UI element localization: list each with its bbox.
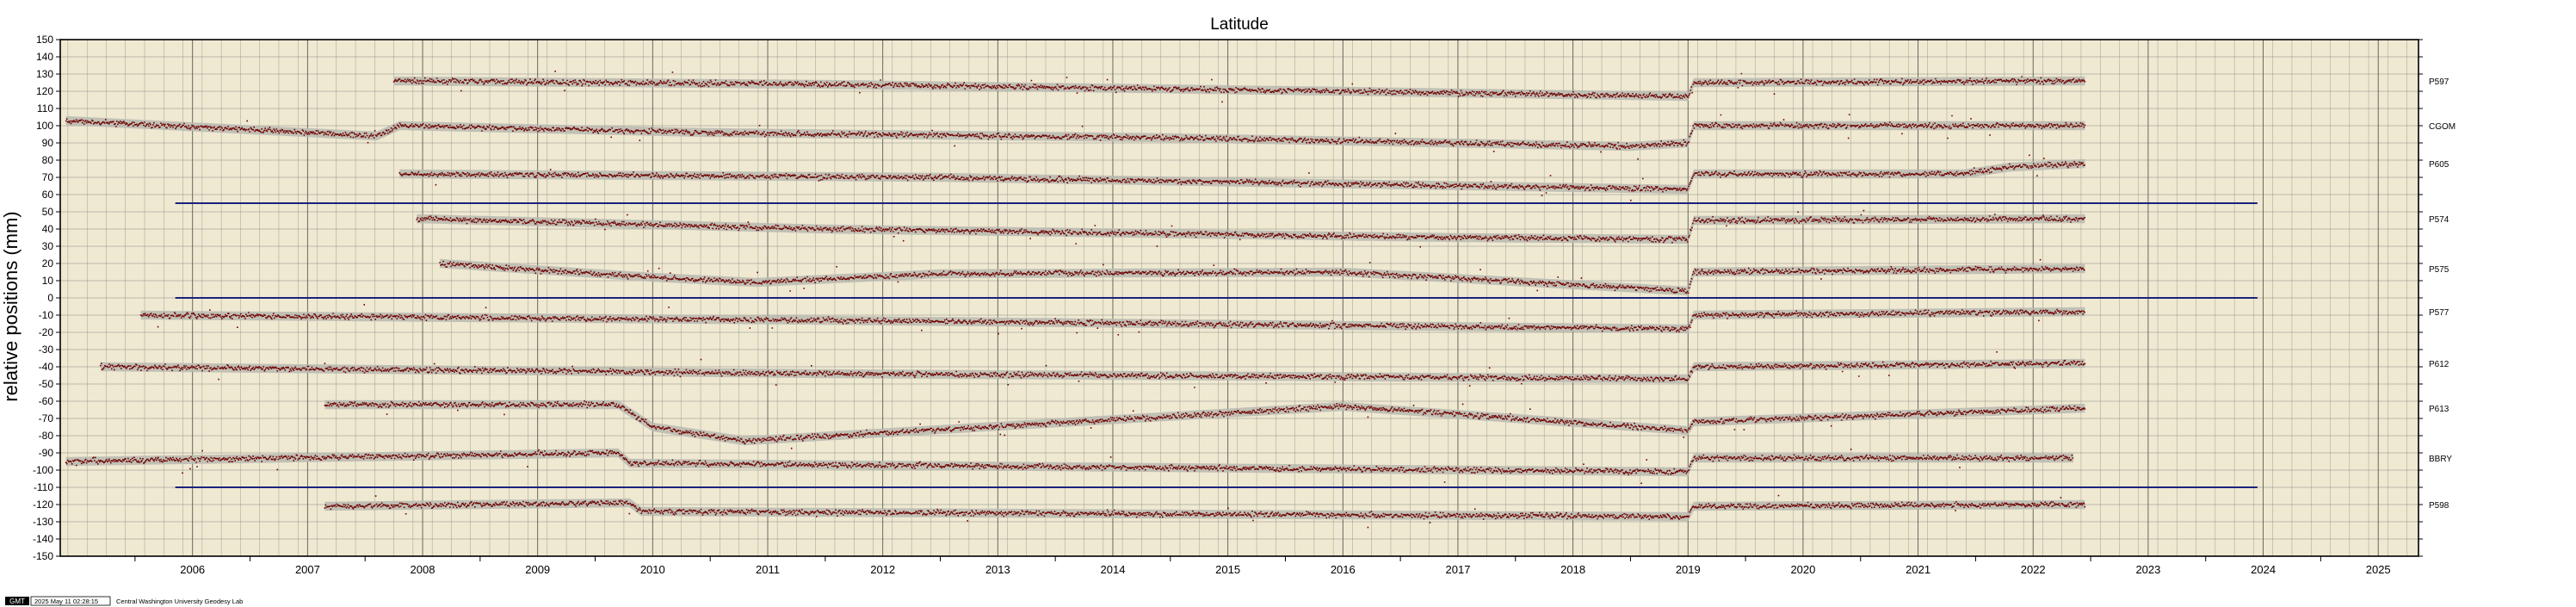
y-tick-label: 110 [37, 102, 53, 115]
y-tick-label: 50 [42, 206, 54, 218]
x-tick-label: 2020 [1790, 563, 1815, 576]
y-tick-label: -80 [39, 430, 54, 442]
x-tick-label: 2007 [295, 563, 320, 576]
x-tick-label: 2013 [985, 563, 1010, 576]
station-label: CGOM [2429, 122, 2456, 132]
x-tick-label: 2015 [1215, 563, 1240, 576]
y-tick-label: 140 [36, 51, 53, 63]
station-label: P598 [2429, 501, 2449, 511]
y-tick-label: 80 [42, 154, 54, 166]
y-tick-label: -60 [39, 395, 54, 407]
station-label: P613 [2429, 405, 2449, 414]
x-tick-label: 2018 [1560, 563, 1585, 576]
y-tick-label: 20 [42, 257, 54, 269]
footer: GMT 2025 May 11 02:28:15 Central Washing… [5, 596, 243, 606]
x-tick-label: 2014 [1101, 563, 1126, 576]
y-tick-label: -110 [34, 481, 53, 493]
y-tick-label: -10 [39, 309, 54, 321]
y-tick-label: -150 [33, 550, 53, 562]
x-tick-label: 2025 [2366, 563, 2391, 576]
x-tick-label: 2010 [640, 563, 665, 576]
credit: Central Washington University Geodesy La… [116, 598, 243, 605]
y-tick-label: -120 [33, 499, 53, 511]
chart-title: Latitude [1210, 15, 1269, 34]
station-label: P577 [2429, 308, 2449, 318]
y-tick-label: -50 [39, 378, 54, 390]
timestamp: 2025 May 11 02:28:15 [34, 598, 98, 605]
x-tick-label: 2012 [870, 563, 895, 576]
station-label: P605 [2429, 160, 2449, 170]
chart: P597 CGOM P605 P574 P575 P577 P612 P613 BBRY P598… [0, 15, 2456, 606]
y-tick-label: 0 [47, 292, 53, 304]
x-tick-label: 2021 [1906, 563, 1930, 576]
y-tick-label: -130 [33, 516, 53, 528]
station-label: BBRY [2429, 455, 2452, 464]
station-label: P612 [2429, 360, 2449, 369]
x-tick-label: 2009 [525, 563, 550, 576]
y-tick-label: 90 [42, 137, 54, 149]
y-tick-label: 120 [36, 85, 53, 97]
plot-area: P597 CGOM P605 P574 P575 P577 P612 P613 BBRY P598… [33, 34, 2456, 576]
y-tick-label: 130 [36, 68, 53, 80]
x-tick-label: 2016 [1331, 563, 1356, 576]
y-tick-label: -30 [39, 344, 54, 356]
x-tick-label: 2023 [2135, 563, 2160, 576]
y-tick-label: -20 [39, 326, 54, 338]
x-tick-label: 2008 [411, 563, 436, 576]
x-tick-label: 2024 [2251, 563, 2276, 576]
y-tick-label: 100 [36, 120, 53, 132]
x-tick-label: 2011 [756, 563, 780, 576]
y-tick-label: 30 [42, 240, 54, 252]
y-tick-label: -40 [39, 361, 54, 373]
y-tick-label: 10 [42, 275, 54, 287]
y-tick-label: 70 [42, 171, 54, 183]
y-axis-label: relative positions (mm) [0, 211, 22, 401]
x-tick-label: 2022 [2021, 563, 2046, 576]
y-tick-label: -140 [33, 533, 53, 545]
station-label: P597 [2429, 77, 2449, 87]
y-tick-label: 60 [42, 189, 54, 201]
y-tick-label: -70 [39, 412, 54, 424]
y-tick-label: -90 [39, 447, 54, 459]
x-tick-label: 2019 [1676, 563, 1701, 576]
y-tick-label: 150 [36, 34, 53, 46]
y-tick-label: 40 [42, 223, 54, 235]
y-tick-label: -100 [33, 464, 53, 476]
x-tick-label: 2017 [1446, 563, 1471, 576]
gmt-badge-label: GMT [9, 598, 25, 605]
station-label: P575 [2429, 265, 2449, 275]
x-tick-label: 2006 [180, 563, 205, 576]
station-label: P574 [2429, 215, 2449, 225]
